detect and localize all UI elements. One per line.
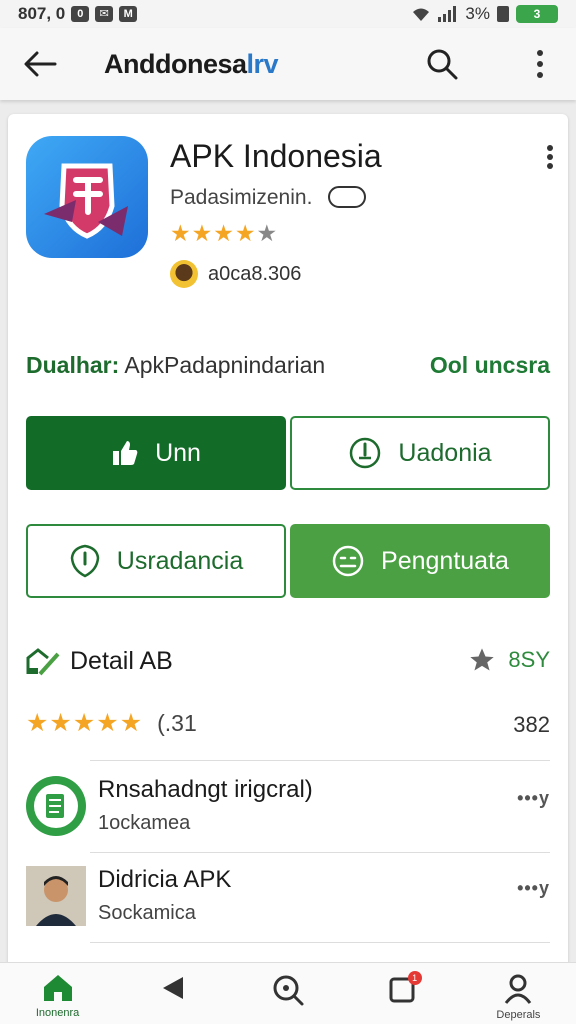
star-outline-icon — [470, 648, 495, 671]
emoji-icon — [332, 545, 364, 577]
info-link[interactable]: Ool uncsra — [430, 352, 550, 379]
wifi-icon — [413, 8, 430, 21]
review-more-icon[interactable]: •••y — [517, 788, 550, 809]
security-button[interactable]: Usradancia — [26, 524, 286, 598]
details-title-text: Detail AB — [70, 646, 173, 675]
bottom-nav: Inonenra 1 Deperals — [0, 962, 576, 1024]
divider — [90, 852, 550, 853]
review-item[interactable]: Didricia APK Sockamica •••y — [26, 860, 550, 938]
more-vert-icon[interactable] — [518, 42, 562, 86]
like-button-label: Unn — [155, 438, 201, 467]
nav-profile-label: Deperals — [496, 1009, 541, 1021]
mail-icon: ✉ — [95, 6, 114, 22]
nav-search[interactable] — [230, 963, 345, 1024]
download-badge-icon — [170, 260, 198, 288]
review-sub: 1ockamea — [98, 812, 191, 834]
app-bar-title-main: Anddonesa — [104, 48, 247, 79]
details-section-title: Detail AB — [26, 646, 173, 676]
profile-icon — [505, 974, 532, 1004]
nav-back[interactable] — [115, 963, 230, 1024]
star-filled-icon: ★ — [234, 220, 257, 246]
star-filled-icon: ★ — [170, 220, 192, 246]
details-icon — [26, 648, 60, 676]
back-icon — [162, 977, 183, 999]
review-name: Rnsahadngt irigcral) — [98, 776, 313, 803]
sim-icon — [497, 6, 509, 22]
nav-home[interactable]: Inonenra — [0, 963, 115, 1024]
notification-icon: 0 — [71, 6, 90, 22]
details-rating-count: (.31 — [157, 709, 197, 736]
app-name: APK Indonesia — [170, 138, 382, 174]
review-sub: Sockamica — [98, 902, 196, 924]
download-button[interactable]: Uadonia — [290, 416, 550, 490]
feedback-button-label: Pengntuata — [381, 546, 509, 575]
review-item[interactable]: Rnsahadngt irigcral) 1ockamea •••y — [26, 770, 550, 848]
signal-icon — [438, 6, 457, 22]
developer-badge-icon — [328, 186, 366, 208]
nav-notifications[interactable]: 1 — [346, 963, 461, 1024]
details-rating-total: 382 — [513, 712, 550, 737]
search-icon — [273, 975, 304, 1006]
battery-icon: 3 — [516, 5, 558, 23]
info-label-text: ApkPadapnindarian — [124, 352, 326, 378]
status-time: 807, 0 — [18, 4, 66, 23]
star-filled-icon: ★ — [191, 220, 214, 246]
download-circle-icon — [350, 437, 381, 469]
app-rating-stars: ★★★★★ — [170, 220, 278, 247]
star-empty-icon: ★ — [256, 220, 279, 246]
search-icon[interactable] — [420, 42, 464, 86]
details-meta[interactable]: 8SY — [468, 646, 550, 674]
message-icon: M — [119, 6, 138, 22]
app-icon[interactable] — [26, 136, 148, 258]
star-filled-icon: ★ — [72, 709, 97, 737]
home-icon — [43, 975, 72, 1001]
app-detail-card: APK Indonesia Padasimizenin. ★★★★★ a0ca8… — [8, 114, 568, 974]
review-avatar — [26, 776, 86, 836]
details-rating-stars: ★★★★★ — [26, 708, 143, 738]
divider — [90, 942, 550, 943]
notification-badge: 1 — [407, 971, 422, 985]
star-filled-icon: ★ — [119, 709, 144, 737]
info-label-bold: Dualhar: — [26, 352, 120, 378]
info-label: Dualhar: ApkPadapnindarian — [26, 352, 325, 379]
divider — [90, 760, 550, 761]
app-bar-title: Anddonesalrv — [104, 48, 279, 80]
download-count-row: a0ca8.306 — [170, 260, 301, 288]
more-vert-icon[interactable] — [546, 144, 554, 175]
review-avatar — [26, 866, 86, 926]
review-name: Didricia APK — [98, 866, 232, 893]
details-rating-row: ★★★★★ (.31 — [26, 708, 197, 738]
details-meta-text: 8SY — [508, 647, 550, 672]
star-filled-icon: ★ — [26, 709, 50, 737]
star-filled-icon: ★ — [213, 220, 235, 246]
download-button-label: Uadonia — [398, 438, 492, 467]
shield-icon — [70, 544, 100, 578]
star-filled-icon: ★ — [49, 709, 73, 737]
star-filled-icon: ★ — [96, 709, 120, 737]
thumbs-up-icon — [113, 441, 138, 465]
status-bar: 807, 0 0 ✉ M 3% 3 — [0, 0, 576, 28]
nav-profile[interactable]: Deperals — [461, 963, 576, 1024]
battery-percent: 3% — [465, 4, 490, 23]
developer-name[interactable]: Padasimizenin. — [170, 186, 312, 210]
download-count: a0ca8.306 — [208, 262, 302, 285]
app-bar-title-accent: lrv — [246, 48, 279, 79]
back-arrow-icon[interactable] — [18, 42, 62, 86]
security-button-label: Usradancia — [116, 546, 244, 575]
like-button[interactable]: Unn — [26, 416, 286, 490]
app-bar: Anddonesalrv — [0, 28, 576, 100]
nav-home-label: Inonenra — [35, 1007, 80, 1019]
feedback-button[interactable]: Pengntuata — [290, 524, 550, 598]
review-more-icon[interactable]: •••y — [517, 878, 550, 899]
